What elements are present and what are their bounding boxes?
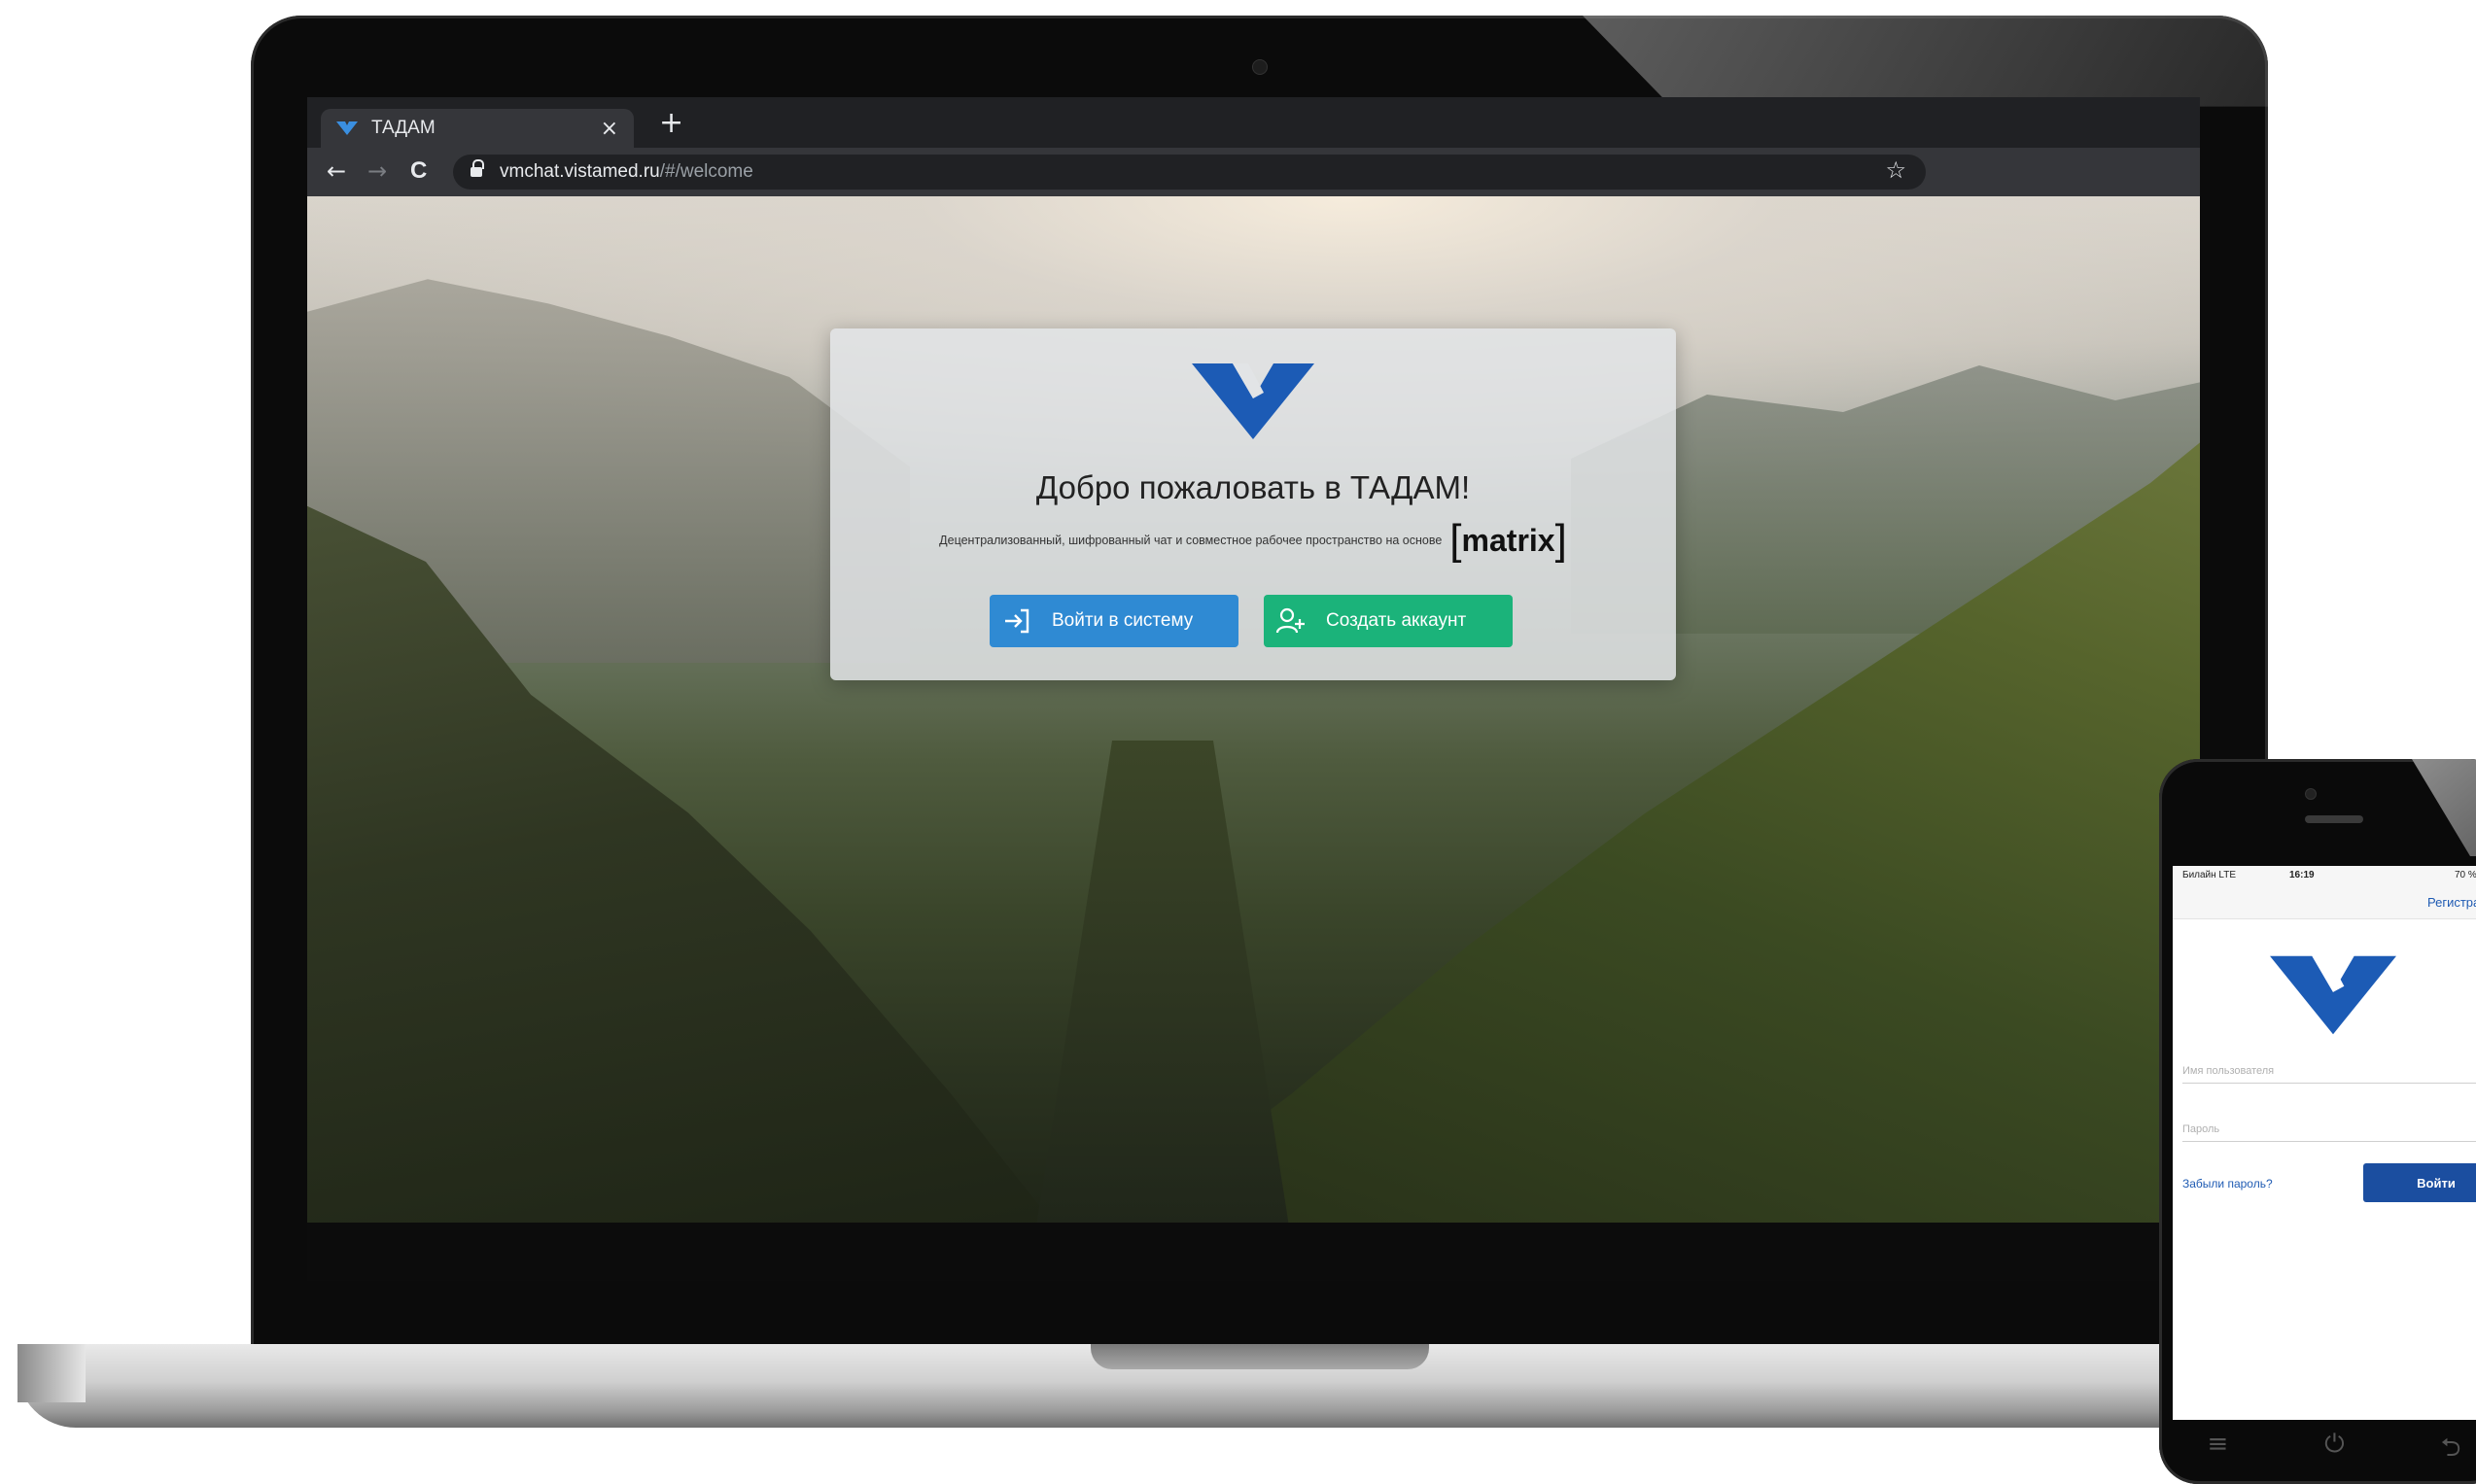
- welcome-card: Добро пожаловать в ТАДАМ! Децентрализова…: [830, 328, 1676, 680]
- phone: Билайн LTE 16:19 70 % Регистрация Имя по…: [2159, 759, 2476, 1484]
- phone-camera: [2305, 788, 2317, 800]
- reload-button[interactable]: C: [410, 157, 427, 185]
- status-time: 16:19: [2289, 870, 2315, 880]
- lock-icon: [471, 159, 484, 179]
- url-host: vmchat.vistamed.ru: [500, 161, 660, 182]
- laptop-lid: ТАДАМ × + ← → C vmchat.vistamed.ru /#/we…: [251, 16, 2268, 1349]
- register-button-label: Создать аккаунт: [1326, 610, 1467, 631]
- laptop-camera: [1252, 59, 1268, 75]
- phone-glare: [2412, 759, 2476, 856]
- forgot-password-link[interactable]: Забыли пароль?: [2182, 1177, 2273, 1191]
- close-tab-icon[interactable]: ×: [601, 117, 618, 141]
- phone-login-button[interactable]: Войти: [2363, 1163, 2476, 1202]
- browser-tab[interactable]: ТАДАМ ×: [321, 109, 634, 148]
- tab-title: ТАДАМ: [371, 118, 436, 138]
- power-softkey-icon[interactable]: ⏻: [2324, 1430, 2345, 1468]
- login-button-label: Войти в систему: [1052, 610, 1194, 631]
- username-field[interactable]: Имя пользователя: [2182, 1047, 2476, 1084]
- status-bar: Билайн LTE 16:19 70 %: [2173, 866, 2476, 885]
- password-field[interactable]: Пароль: [2182, 1105, 2476, 1142]
- subtitle-row: Децентрализованный, шифрованный чат и со…: [830, 519, 1676, 562]
- tab-favicon-icon: [336, 121, 358, 135]
- register-button[interactable]: Создать аккаунт: [1264, 595, 1513, 647]
- password-placeholder: Пароль: [2182, 1123, 2220, 1135]
- new-tab-button[interactable]: +: [659, 109, 683, 138]
- browser-tabbar: ТАДАМ × +: [307, 97, 2200, 148]
- page-viewport: Добро пожаловать в ТАДАМ! Децентрализова…: [307, 196, 2200, 1223]
- username-placeholder: Имя пользователя: [2182, 1065, 2275, 1077]
- phone-softkeys: ≡ ⏻ ⮌: [2159, 1430, 2476, 1468]
- register-link[interactable]: Регистрация: [2427, 895, 2476, 910]
- status-carrier: Билайн LTE: [2182, 870, 2237, 880]
- back-button[interactable]: ←: [327, 157, 346, 185]
- star-icon[interactable]: ☆: [1885, 156, 1906, 184]
- login-icon: [1005, 608, 1029, 634]
- back-softkey-icon[interactable]: ⮌: [2441, 1430, 2461, 1468]
- phone-speaker: [2305, 815, 2363, 823]
- phone-login-label: Войти: [2417, 1175, 2456, 1191]
- forward-button[interactable]: →: [367, 157, 387, 185]
- address-bar[interactable]: vmchat.vistamed.ru /#/welcome ☆: [453, 155, 1926, 190]
- login-button[interactable]: Войти в систему: [990, 595, 1238, 647]
- logo-icon: [1192, 363, 1314, 439]
- phone-screen: Билайн LTE 16:19 70 % Регистрация Имя по…: [2173, 866, 2476, 1420]
- add-user-icon: [1275, 607, 1305, 634]
- browser-toolbar: ← → C vmchat.vistamed.ru /#/welcome ☆: [307, 148, 2200, 196]
- laptop-notch: [1091, 1344, 1429, 1369]
- laptop-screen: ТАДАМ × + ← → C vmchat.vistamed.ru /#/we…: [307, 97, 2200, 1281]
- subtitle: Децентрализованный, шифрованный чат и со…: [939, 534, 1443, 547]
- status-battery: 70 %: [2455, 870, 2476, 880]
- page-title: Добро пожаловать в ТАДАМ!: [1035, 469, 1471, 505]
- url-path: /#/welcome: [659, 161, 753, 182]
- matrix-logo: [matrix]: [1449, 516, 1567, 564]
- logo-icon: [2270, 955, 2396, 1035]
- menu-softkey-icon[interactable]: ≡: [2207, 1430, 2228, 1468]
- screen-bezel-bottom: [307, 1223, 2200, 1281]
- phone-nav-bar: Регистрация: [2173, 885, 2476, 919]
